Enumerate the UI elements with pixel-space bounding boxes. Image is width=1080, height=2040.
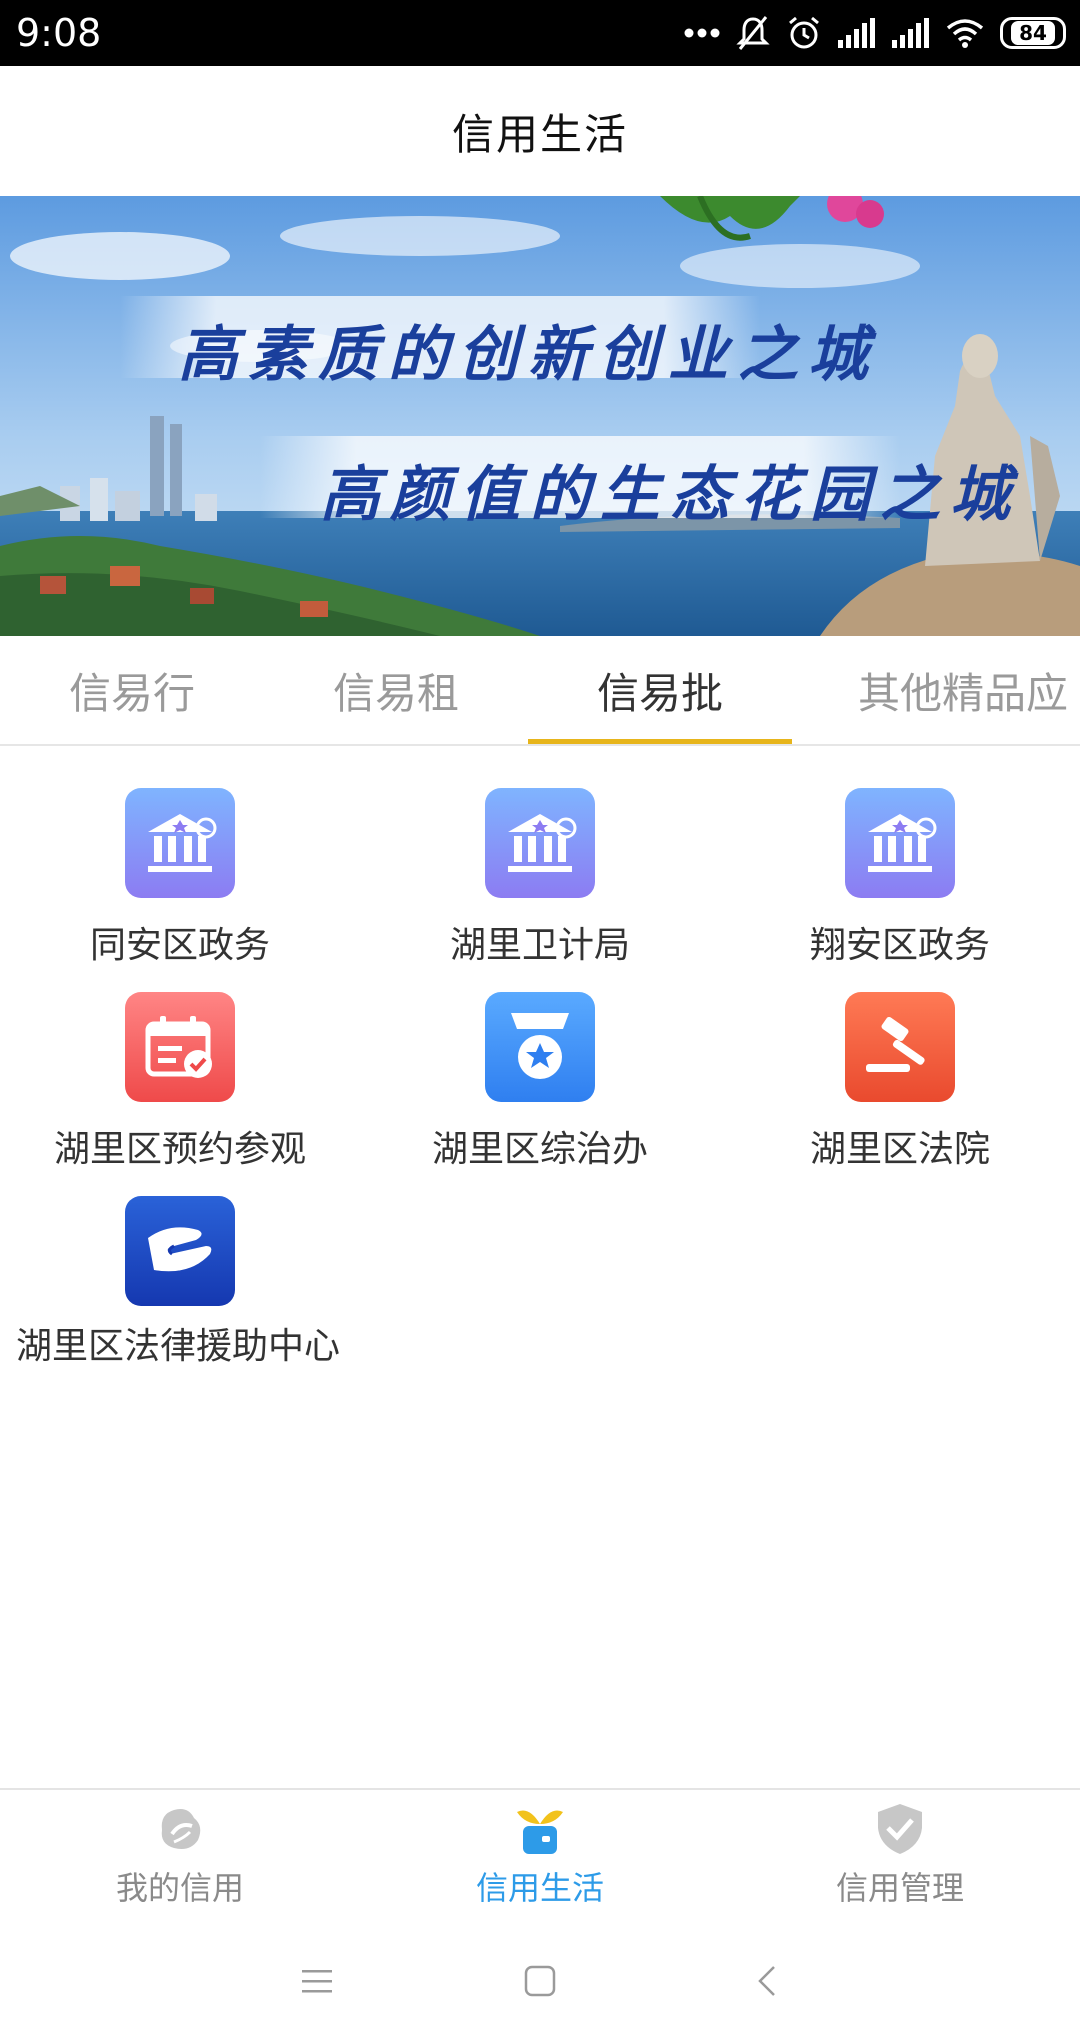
app-label: 湖里区法律援助中心 — [16, 1326, 341, 1367]
app-label: 同安区政务 — [89, 925, 270, 966]
app-label: 湖里区预约参观 — [53, 1129, 306, 1170]
app-huli-health-bureau[interactable]: 湖里卫计局 — [360, 788, 720, 968]
tab-other-apps[interactable]: 其他精品应 — [858, 636, 1080, 744]
bottom-navigation: 我的信用 信用生活 信用管理 — [0, 1788, 1080, 1920]
status-icons: 84 — [684, 10, 1066, 56]
app-xiangan-government[interactable]: 翔安区政务 — [720, 788, 1080, 968]
system-navigation-bar — [0, 1920, 1080, 2040]
app-tongan-government[interactable]: 同安区政务 — [0, 788, 360, 968]
page-title: 信用生活 — [451, 109, 628, 159]
app-label: 湖里卫计局 — [449, 925, 630, 966]
app-label: 湖里区综治办 — [431, 1129, 648, 1170]
app-label: 湖里区法院 — [809, 1129, 990, 1170]
government-building-icon — [485, 788, 595, 898]
banner[interactable]: 高素质的创新创业之城 高颜值的生态花园之城 — [0, 196, 1080, 636]
sprout-bag-icon — [510, 1801, 570, 1857]
battery-level: 84 — [1011, 21, 1055, 45]
nav-label: 我的信用 — [115, 1869, 244, 1907]
government-building-icon — [845, 788, 955, 898]
police-badge-icon — [485, 992, 595, 1102]
alarm-icon — [789, 16, 819, 49]
status-time: 9:08 — [16, 11, 102, 55]
category-tabs: 信易行 信易租 信易批 其他精品应 — [0, 636, 1080, 746]
tab-xinyipi[interactable]: 信易批 — [528, 636, 792, 744]
calendar-check-icon — [125, 992, 235, 1102]
shield-check-icon — [870, 1801, 930, 1857]
nav-credit-management[interactable]: 信用管理 — [720, 1790, 1080, 1920]
app-huli-court[interactable]: 湖里区法院 — [720, 992, 1080, 1172]
status-bar: 9:08 84 — [0, 0, 1080, 66]
nav-my-credit[interactable]: 我的信用 — [0, 1790, 360, 1920]
menu-icon[interactable] — [292, 1956, 342, 2006]
nav-label: 信用生活 — [475, 1869, 604, 1907]
banner-slogan-2: 高颜值的生态花园之城 — [320, 460, 1020, 530]
battery-icon: 84 — [1000, 17, 1066, 49]
government-building-icon — [125, 788, 235, 898]
app-huli-visit-booking[interactable]: 湖里区预约参观 — [0, 992, 360, 1172]
silent-bell-icon — [736, 16, 770, 50]
helping-hands-icon — [125, 1196, 235, 1306]
back-icon[interactable] — [742, 1956, 792, 2006]
banner-slogan-1: 高素质的创新创业之城 — [178, 320, 878, 390]
wifi-icon — [946, 19, 984, 48]
tab-xinyixing[interactable]: 信易行 — [0, 636, 264, 744]
signal-icon — [892, 18, 929, 48]
title-bar: 信用生活 — [0, 66, 1080, 196]
gavel-icon — [845, 992, 955, 1102]
banner-image — [0, 196, 1080, 636]
signal-icon — [838, 18, 875, 48]
app-huli-comprehensive-governance[interactable]: 湖里区综治办 — [360, 992, 720, 1172]
app-label: 翔安区政务 — [809, 925, 990, 966]
more-dots-icon — [684, 28, 720, 38]
app-huli-legal-aid-center[interactable]: 湖里区法律援助中心 — [0, 1196, 360, 1370]
active-tab-indicator — [528, 739, 792, 744]
tab-xinyizu[interactable]: 信易租 — [264, 636, 528, 744]
nav-credit-life[interactable]: 信用生活 — [360, 1790, 720, 1920]
nav-label: 信用管理 — [835, 1869, 964, 1907]
home-icon[interactable] — [515, 1956, 565, 2006]
credit-leaf-icon — [150, 1801, 210, 1857]
